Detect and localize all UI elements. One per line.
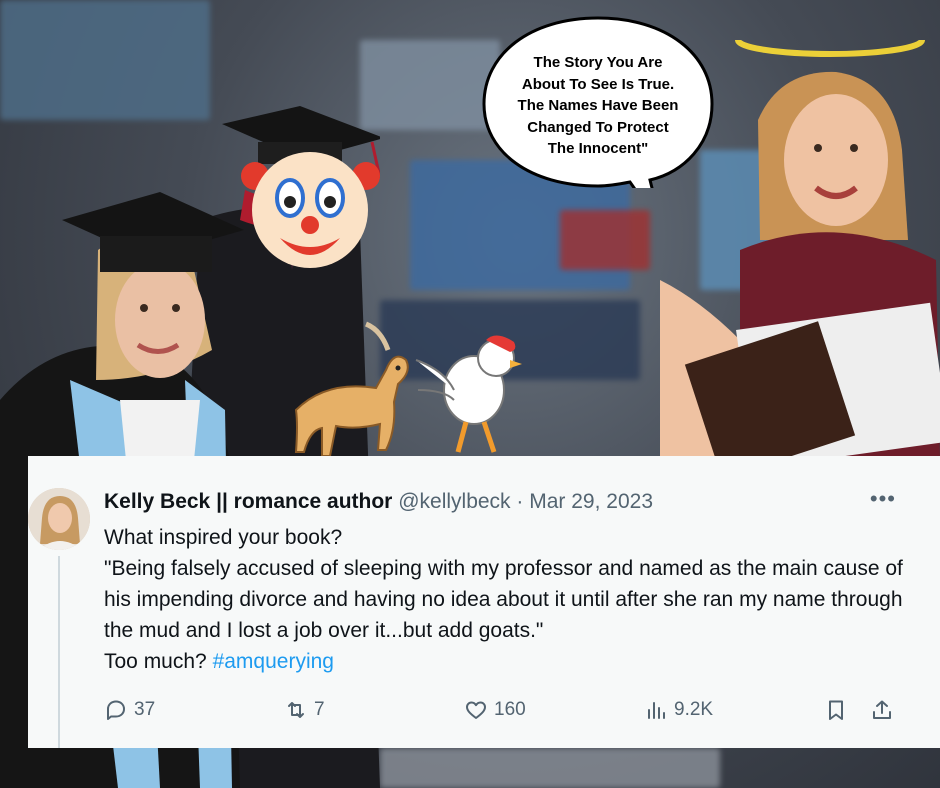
bubble-line: About To See Is True. <box>521 75 675 93</box>
reply-icon <box>107 700 125 720</box>
bookmark-icon <box>829 700 843 720</box>
author-name[interactable]: Kelly Beck || romance author <box>104 490 392 513</box>
bubble-line: The Innocent" <box>547 140 649 157</box>
like-icon <box>466 701 486 719</box>
speech-bubble-text: The Story You Are About To See Is True. … <box>490 52 706 160</box>
repost-button[interactable]: 7 <box>284 696 325 724</box>
tweet-body: What inspired your book? "Being falsely … <box>104 522 904 677</box>
bubble-line: The Story You Are <box>533 54 663 71</box>
tweet-text-line: What inspired your book? <box>104 526 343 549</box>
tweet-actions: 37 7 160 9.2K <box>104 696 894 724</box>
bubble-line: Changed To Protect <box>527 118 669 136</box>
tweet-date[interactable]: Mar 29, 2023 <box>529 490 653 513</box>
share-icon <box>873 700 891 719</box>
hashtag-link[interactable]: #amquerying <box>213 650 334 673</box>
blurred-desk <box>380 748 720 788</box>
tweet-card[interactable]: Kelly Beck || romance author @kellylbeck… <box>28 456 940 748</box>
tweet-text-line: Too much? #amquerying <box>104 646 904 677</box>
reply-button[interactable]: 37 <box>104 696 155 724</box>
tweet-quote: "Being falsely accused of sleeping with … <box>104 557 903 642</box>
halo-icon <box>735 40 925 57</box>
views-count: 9.2K <box>674 699 714 720</box>
share-button[interactable] <box>870 696 894 724</box>
tweet-text-prefix: Too much? <box>104 650 213 673</box>
blurred-monitor <box>560 210 650 270</box>
views-icon <box>648 702 665 719</box>
thread-line <box>58 556 60 748</box>
bookmark-button[interactable] <box>824 696 848 724</box>
views-button[interactable]: 9.2K <box>644 696 713 724</box>
like-button[interactable]: 160 <box>464 696 526 724</box>
reply-count: 37 <box>134 699 156 720</box>
repost-count: 7 <box>314 699 325 720</box>
avatar-image <box>28 488 90 550</box>
bubble-line: The Names Have Been <box>517 97 679 114</box>
separator-dot: · <box>516 490 524 513</box>
chicken-sticker-icon <box>415 335 522 453</box>
more-options-icon[interactable]: ••• <box>870 486 896 512</box>
author-handle[interactable]: @kellylbeck <box>398 490 510 513</box>
repost-icon <box>288 702 304 718</box>
like-count: 160 <box>494 699 526 720</box>
tweet-header: Kelly Beck || romance author @kellylbeck… <box>104 490 653 514</box>
blurred-monitor <box>360 40 500 130</box>
avatar[interactable] <box>28 488 90 550</box>
goat-sticker-icon <box>294 321 409 457</box>
